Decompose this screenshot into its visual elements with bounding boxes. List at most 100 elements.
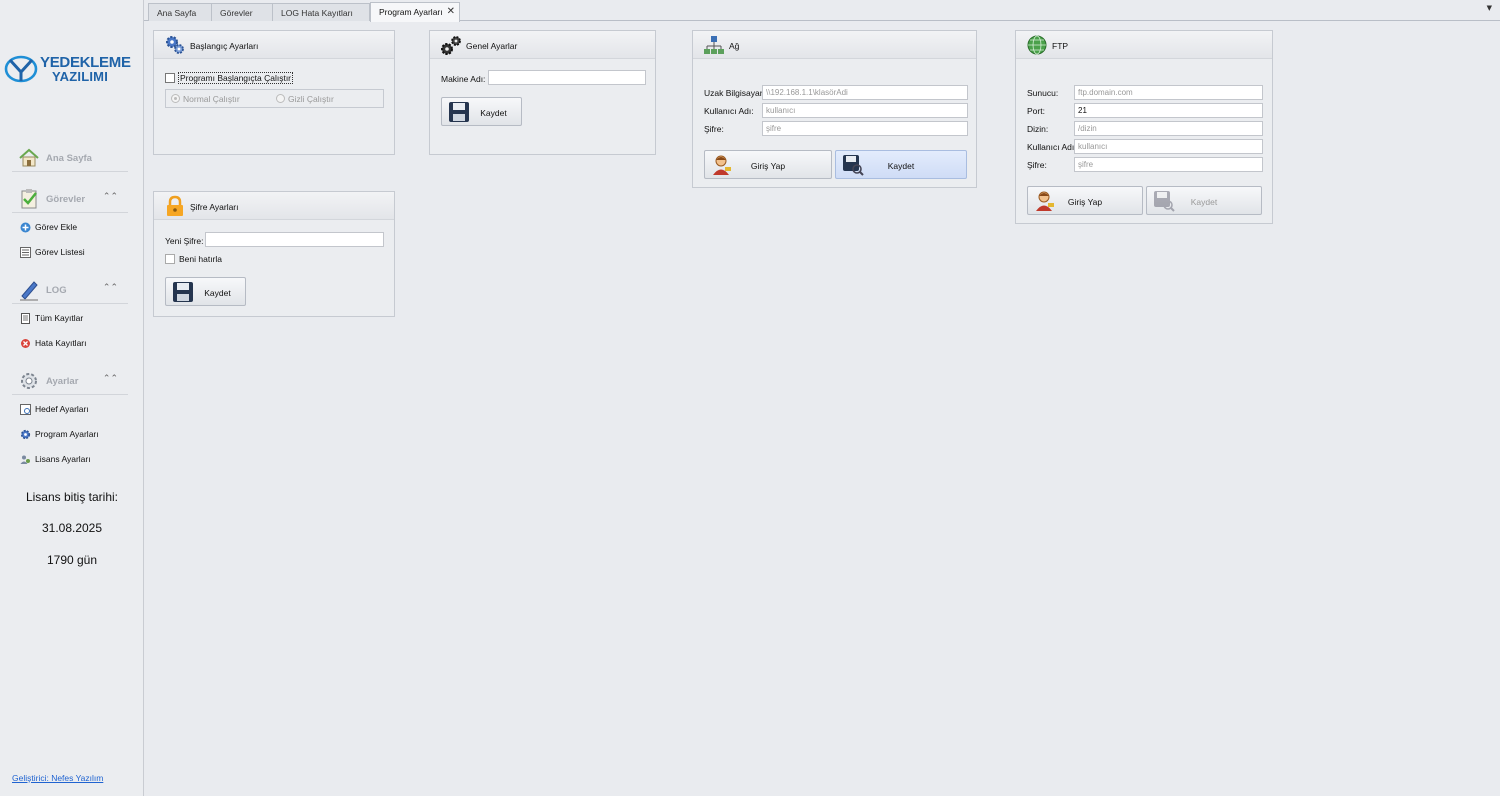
tab-log-hata-kayitlari[interactable]: LOG Hata Kayıtları — [272, 3, 370, 21]
app-logo: YEDEKLEME YAZILIMI — [4, 50, 140, 90]
startup-settings-panel: Başlangıç Ayarları Programı Başlangıçta … — [153, 30, 395, 155]
tab-label: Program Ayarları — [379, 7, 443, 17]
panel-title: Şifre Ayarları — [190, 202, 239, 212]
button-label: Kaydet — [204, 288, 231, 298]
ftp-server-label: Sunucu: — [1027, 88, 1059, 98]
tab-gorevler[interactable]: Görevler — [211, 3, 273, 21]
hidden-run-label: Gizli Çalıştır — [288, 94, 334, 104]
ftp-settings-panel: FTP Sunucu: ftp.domain.com Port: 21 Dizi… — [1015, 30, 1273, 224]
collapse-chevron-icon[interactable]: ⌃⌃ — [103, 192, 118, 202]
panel-header: Genel Ayarlar — [430, 31, 655, 59]
network-password-input[interactable]: şifre — [762, 121, 968, 136]
sidebar-group-gorevler[interactable]: Görevler ⌃⌃ — [12, 185, 128, 213]
sidebar-item-gorev-ekle[interactable]: Görev Ekle — [18, 220, 128, 236]
ftp-directory-input[interactable]: /dizin — [1074, 121, 1263, 136]
sidebar-item-label: Tüm Kayıtlar — [35, 313, 84, 323]
ftp-password-label: Şifre: — [1027, 160, 1047, 170]
close-tab-icon[interactable]: ✕ — [447, 6, 455, 17]
normal-run-label: Normal Çalıştır — [183, 94, 240, 104]
new-password-label: Yeni Şifre: — [165, 236, 204, 246]
tab-menu-dropdown-icon[interactable]: ▼ — [1487, 4, 1492, 12]
sidebar-item-hata-kayitlari[interactable]: Hata Kayıtları — [18, 336, 128, 352]
run-at-startup-label[interactable]: Programı Başlangıçta Çalıştır — [178, 72, 294, 84]
clipboard-check-icon — [21, 189, 37, 209]
license-title: Lisans bitiş tarihi: — [25, 490, 119, 504]
ftp-login-button[interactable]: Giriş Yap — [1027, 186, 1143, 215]
list-icon — [20, 247, 31, 258]
gears-icon — [441, 36, 461, 55]
sidebar-item-lisans-ayarlari[interactable]: Lisans Ayarları — [18, 452, 128, 468]
panel-header: Başlangıç Ayarları — [154, 31, 394, 59]
new-password-input[interactable] — [205, 232, 384, 247]
ftp-username-input[interactable]: kullanıcı — [1074, 139, 1263, 154]
tab-ana-sayfa[interactable]: Ana Sayfa — [148, 3, 212, 21]
normal-run-radio[interactable] — [171, 94, 180, 103]
gears-icon — [166, 36, 184, 54]
save-password-button[interactable]: Kaydet — [165, 277, 246, 306]
ftp-username-label: Kullanıcı Adı: — [1027, 142, 1077, 152]
ftp-port-input[interactable]: 21 — [1074, 103, 1263, 118]
sidebar-group-log[interactable]: LOG ⌃⌃ — [12, 276, 128, 304]
hidden-run-radio[interactable] — [276, 94, 285, 103]
ftp-server-input[interactable]: ftp.domain.com — [1074, 85, 1263, 100]
sidebar-item-tum-kayitlar[interactable]: Tüm Kayıtlar — [18, 311, 128, 327]
panel-header: Ağ — [693, 31, 976, 59]
ftp-directory-label: Dizin: — [1027, 124, 1049, 134]
globe-icon — [1027, 35, 1047, 55]
error-icon — [21, 339, 30, 348]
sidebar-home-label: Ana Sayfa — [46, 153, 92, 164]
pencil-icon — [20, 281, 38, 301]
button-label: Kaydet — [480, 108, 507, 118]
tab-strip: Ana Sayfa Görevler LOG Hata Kayıtları Pr… — [144, 0, 1500, 22]
save-network-button[interactable]: Kaydet — [835, 150, 967, 179]
collapse-chevron-icon[interactable]: ⌃⌃ — [103, 283, 118, 293]
network-username-input[interactable]: kullanıcı — [762, 103, 968, 118]
panel-title: FTP — [1052, 41, 1069, 51]
sidebar-item-program-ayarlari[interactable]: Program Ayarları — [18, 427, 128, 443]
home-icon — [19, 148, 39, 167]
document-icon — [21, 313, 30, 324]
tab-label: LOG Hata Kayıtları — [281, 8, 353, 18]
general-settings-panel: Genel Ayarlar Makine Adı: Kaydet — [429, 30, 656, 155]
sidebar-group-ayarlar[interactable]: Ayarlar ⌃⌃ — [12, 367, 128, 395]
save-general-button[interactable]: Kaydet — [441, 97, 522, 126]
panel-header: Şifre Ayarları — [154, 192, 394, 220]
ftp-port-label: Port: — [1027, 106, 1045, 116]
remote-computer-input[interactable]: \\192.168.1.1\klasörAdi — [762, 85, 968, 100]
sidebar-home[interactable]: Ana Sayfa — [12, 144, 128, 172]
add-circle-icon — [20, 222, 31, 233]
sidebar-item-label: Program Ayarları — [35, 429, 99, 439]
developer-link[interactable]: Geliştirici: Nefes Yazılım — [12, 773, 103, 783]
run-at-startup-checkbox[interactable] — [165, 73, 175, 83]
sidebar-item-gorev-listesi[interactable]: Görev Listesi — [18, 245, 128, 261]
button-label: Kaydet — [1190, 197, 1218, 207]
panel-title: Genel Ayarlar — [466, 41, 518, 51]
sidebar-item-label: Görev Listesi — [35, 247, 85, 257]
tab-program-ayarlari[interactable]: Program Ayarları ✕ — [370, 2, 460, 22]
machine-name-input[interactable] — [488, 70, 646, 85]
save-ftp-button[interactable]: Kaydet — [1146, 186, 1262, 215]
sidebar-item-label: Görev Ekle — [35, 222, 78, 232]
collapse-chevron-icon[interactable]: ⌃⌃ — [103, 374, 118, 384]
sidebar-item-label: Hata Kayıtları — [35, 338, 87, 348]
network-settings-panel: Ağ Uzak Bilgisayar: \\192.168.1.1\klasör… — [692, 30, 977, 188]
remember-me-checkbox[interactable] — [165, 254, 175, 264]
logo-line-2: YAZILIMI — [52, 69, 109, 84]
sidebar-group-label: Görevler — [46, 194, 86, 205]
tab-label: Ana Sayfa — [157, 8, 197, 18]
network-login-button[interactable]: Giriş Yap — [704, 150, 832, 179]
cog-icon — [20, 429, 31, 440]
sidebar-item-hedef-ayarlari[interactable]: Hedef Ayarları — [18, 402, 128, 418]
network-password-label: Şifre: — [704, 124, 724, 134]
logo-mark-icon — [4, 55, 38, 83]
button-label: Giriş Yap — [1067, 197, 1103, 207]
button-label: Kaydet — [887, 161, 915, 171]
sidebar-group-label: LOG — [46, 285, 67, 296]
ftp-password-input[interactable]: şifre — [1074, 157, 1263, 172]
target-settings-icon — [20, 404, 31, 415]
remember-me-label: Beni hatırla — [179, 254, 222, 264]
panel-title: Ağ — [729, 41, 740, 51]
tab-label: Görevler — [220, 8, 253, 18]
network-icon — [704, 36, 724, 54]
lock-icon — [167, 195, 183, 216]
